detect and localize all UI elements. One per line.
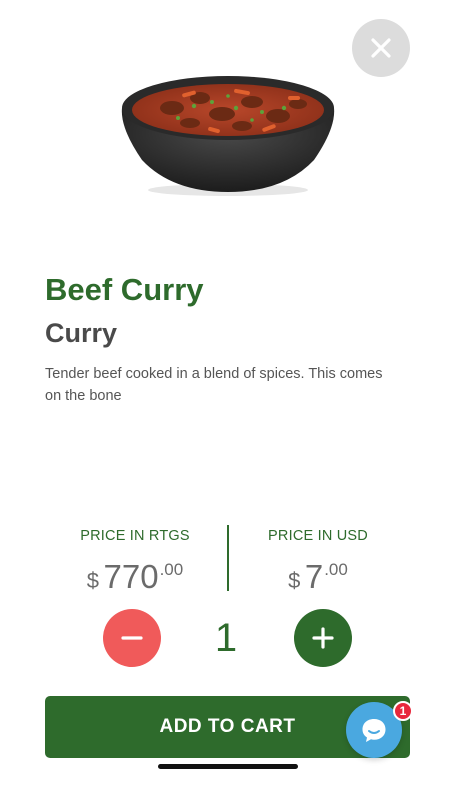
price-rtgs-value: $ 770.00 xyxy=(50,550,220,604)
dish-image xyxy=(121,76,335,196)
price-usd-amount: 7 xyxy=(304,558,324,595)
price-divider xyxy=(227,525,229,591)
price-rtgs: PRICE IN RTGS $ 770.00 xyxy=(50,528,220,604)
price-rtgs-amount: 770 xyxy=(103,558,159,595)
product-title: Beef Curry xyxy=(45,272,204,307)
price-usd-decimals: .00 xyxy=(324,560,348,579)
close-icon xyxy=(371,38,391,58)
close-button[interactable] xyxy=(352,19,410,77)
price-rtgs-decimals: .00 xyxy=(159,560,184,579)
price-usd-currency: $ xyxy=(288,568,301,593)
product-category: Curry xyxy=(45,318,118,348)
product-description: Tender beef cooked in a blend of spices.… xyxy=(45,366,383,404)
price-usd-label: PRICE IN USD xyxy=(268,528,368,544)
add-to-cart-label: ADD TO CART xyxy=(159,716,296,737)
price-usd: PRICE IN USD $ 7.00 xyxy=(233,528,403,604)
home-indicator xyxy=(158,764,298,769)
minus-icon xyxy=(121,636,143,640)
quantity-value: 1 xyxy=(214,616,238,660)
price-usd-value: $ 7.00 xyxy=(233,550,403,604)
chat-bubble-icon xyxy=(362,719,386,742)
price-rtgs-label: PRICE IN RTGS xyxy=(80,528,190,544)
price-rtgs-currency: $ xyxy=(86,568,100,593)
decrease-quantity-button[interactable] xyxy=(103,609,161,667)
chat-notification-badge: 1 xyxy=(393,701,413,721)
increase-quantity-button[interactable] xyxy=(294,609,352,667)
plus-icon xyxy=(312,627,334,649)
